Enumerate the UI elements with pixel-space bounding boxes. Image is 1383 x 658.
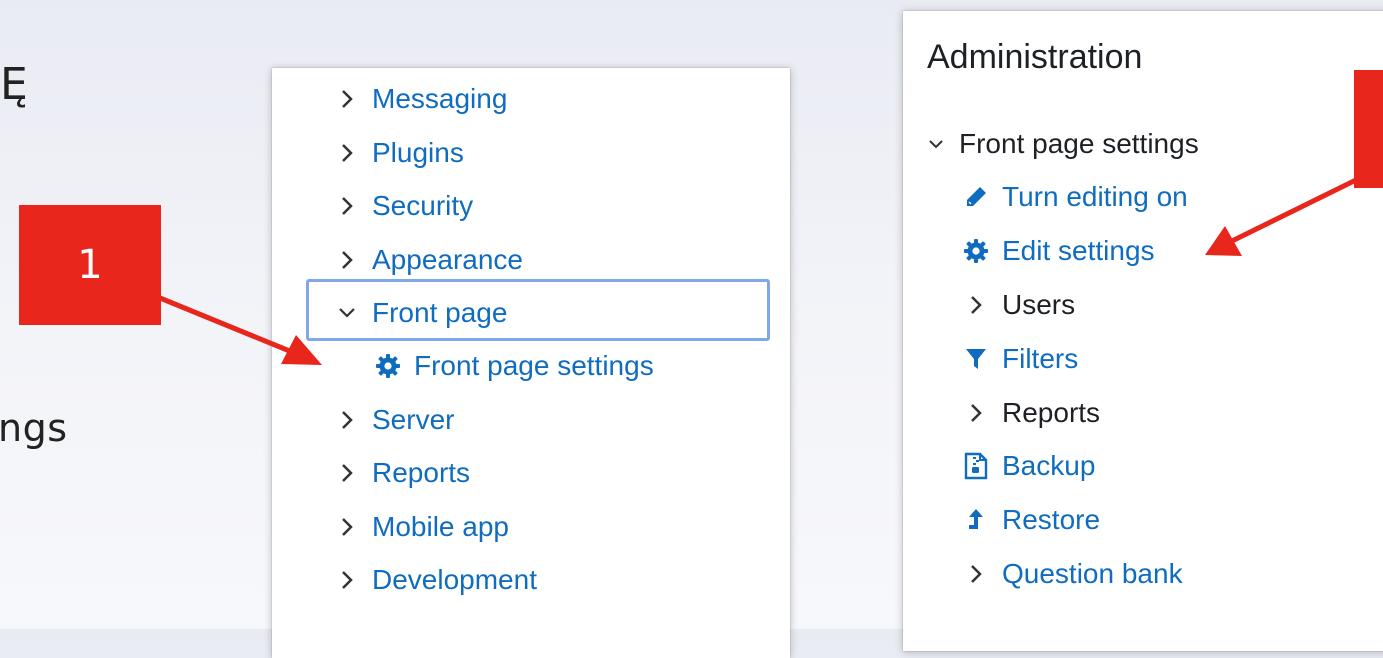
admin-item-restore[interactable]: Restore [962,500,1100,540]
administration-title: Administration [927,38,1143,76]
admin-item-filters[interactable]: Filters [962,339,1078,379]
gear-icon [374,352,402,380]
chevron-right-icon [334,195,360,217]
admin-item-backup[interactable]: Backup [962,446,1095,486]
menu-item-label[interactable]: Messaging [372,83,507,115]
section-front-page-settings[interactable]: Front page settings [927,124,1199,164]
menu-item-label[interactable]: Server [372,404,454,436]
menu-item-label[interactable]: Security [372,190,473,222]
admin-item-label[interactable]: Restore [1002,504,1100,536]
callout-badge-2 [1354,70,1383,188]
menu-item-appearance[interactable]: Appearance [334,240,523,280]
menu-item-label[interactable]: Development [372,564,537,596]
chevron-right-icon [334,142,360,164]
chevron-right-icon [334,516,360,538]
menu-item-label[interactable]: Front page [372,297,507,329]
upload-icon [962,506,990,534]
callout-number: 1 [77,242,103,288]
chevron-right-icon [334,88,360,110]
chevron-right-icon [962,399,990,427]
menu-item-security[interactable]: Security [334,186,473,226]
section-label[interactable]: Front page settings [959,128,1199,160]
admin-item-users[interactable]: Users [962,285,1075,325]
pencil-icon [962,183,990,211]
admin-item-label[interactable]: Backup [1002,450,1095,482]
callout-badge-1: 1 [19,205,161,325]
menu-item-label[interactable]: Front page settings [414,350,654,382]
admin-item-label[interactable]: Turn editing on [1002,181,1188,213]
menu-item-label[interactable]: Reports [372,457,470,489]
menu-item-front-page[interactable]: Front page [334,293,507,333]
menu-item-development[interactable]: Development [334,560,537,600]
background-settings-fragment: ngs [0,406,68,450]
filter-icon [962,345,990,373]
menu-item-plugins[interactable]: Plugins [334,133,464,173]
chevron-right-icon [334,462,360,484]
admin-item-label[interactable]: Filters [1002,343,1078,375]
admin-item-turn-editing-on[interactable]: Turn editing on [962,177,1188,217]
menu-item-messaging[interactable]: Messaging [334,79,507,119]
admin-item-label[interactable]: Edit settings [1002,235,1155,267]
admin-item-edit-settings[interactable]: Edit settings [962,231,1155,271]
chevron-right-icon [334,249,360,271]
backup-icon [962,452,990,480]
menu-item-mobile-app[interactable]: Mobile app [334,507,509,547]
chevron-right-icon [334,409,360,431]
admin-item-reports[interactable]: Reports [962,393,1100,433]
gear-icon [962,237,990,265]
chevron-right-icon [962,560,990,588]
chevron-right-icon [334,569,360,591]
menu-item-label[interactable]: Mobile app [372,511,509,543]
menu-item-label[interactable]: Plugins [372,137,464,169]
admin-item-label[interactable]: Question bank [1002,558,1183,590]
menu-item-server[interactable]: Server [334,400,454,440]
background-text-fragment: Ę [0,59,28,110]
menu-item-label[interactable]: Appearance [372,244,523,276]
menu-item-front-page-settings[interactable]: Front page settings [374,346,654,386]
admin-item-question-bank[interactable]: Question bank [962,554,1183,594]
admin-item-label[interactable]: Users [1002,289,1075,321]
chevron-right-icon [962,291,990,319]
chevron-down-icon [334,306,360,320]
menu-item-reports[interactable]: Reports [334,453,470,493]
chevron-down-icon [927,138,945,150]
admin-item-label[interactable]: Reports [1002,397,1100,429]
